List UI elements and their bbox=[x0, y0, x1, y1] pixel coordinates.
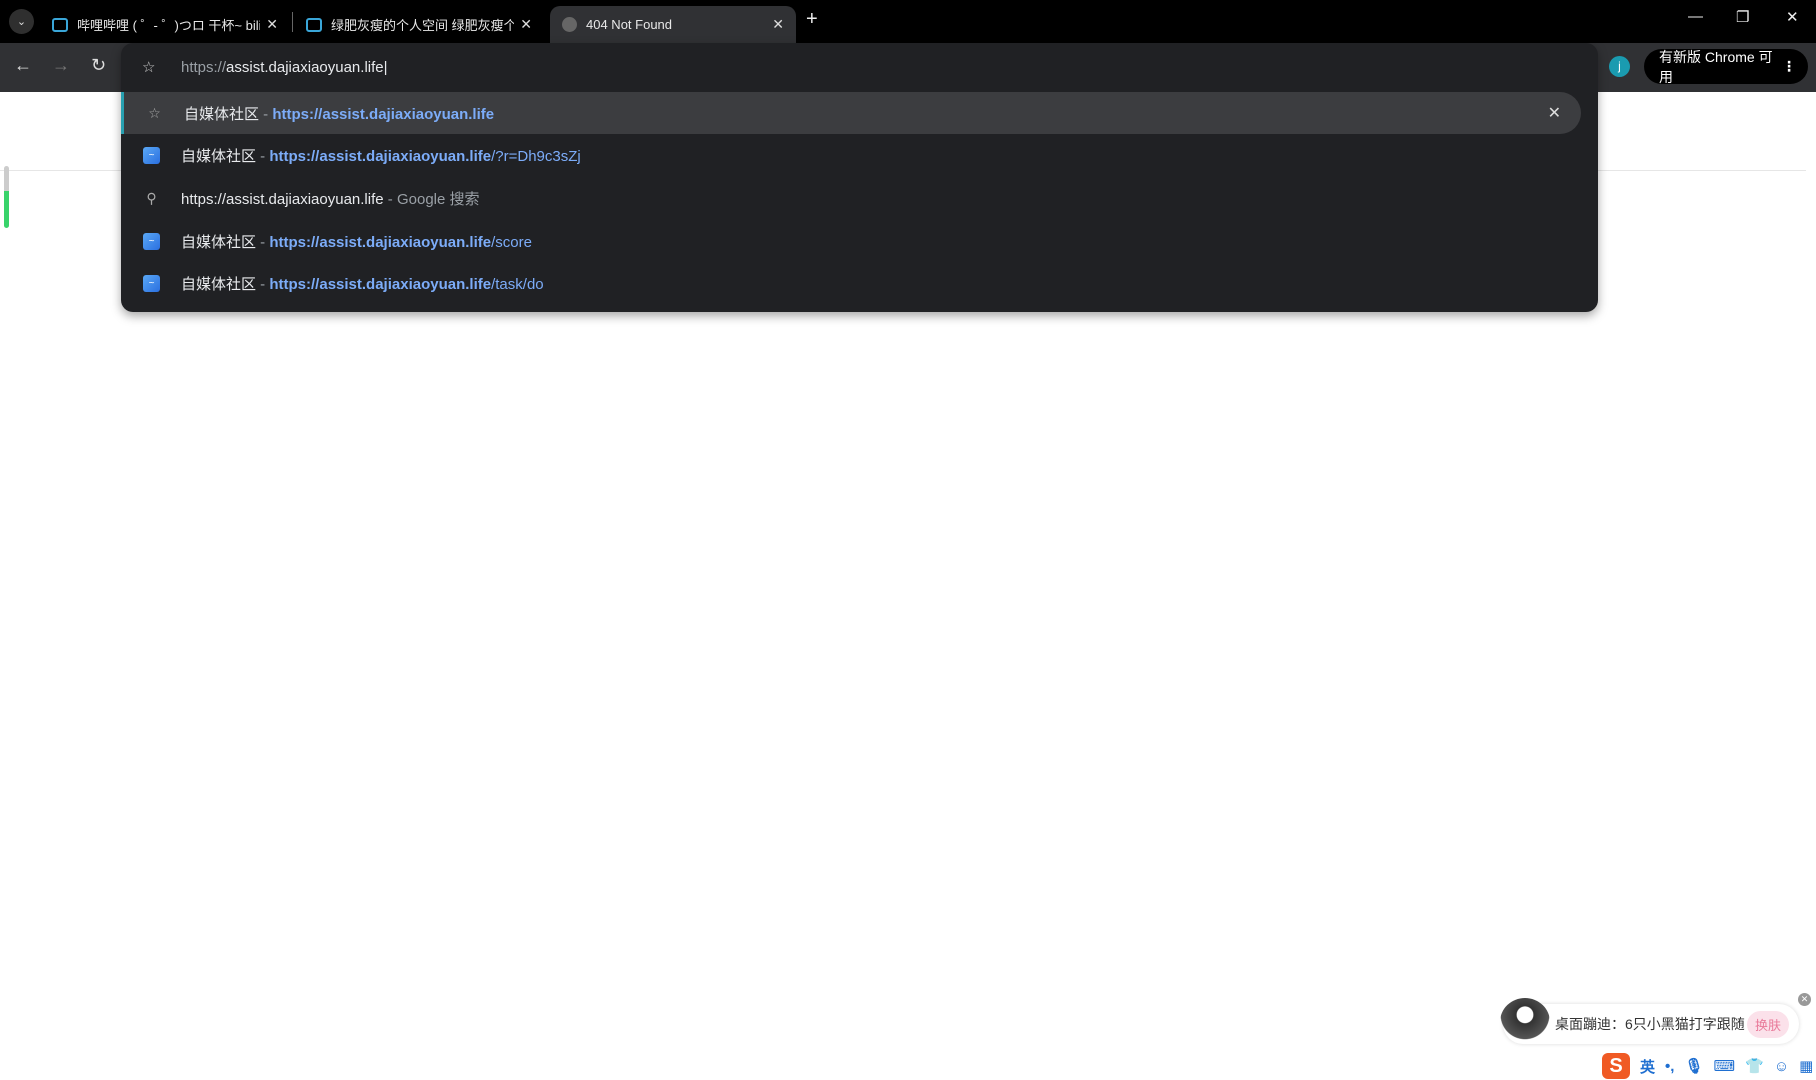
side-indicator bbox=[4, 166, 9, 228]
search-icon: ⚲ bbox=[146, 189, 157, 206]
sogou-logo-icon[interactable]: S bbox=[1602, 1053, 1630, 1079]
profile-avatar[interactable]: j bbox=[1609, 56, 1630, 77]
bilibili-icon bbox=[306, 17, 322, 32]
tab-user-space[interactable]: 绿肥灰瘦的个人空间 绿肥灰瘦个 ✕ bbox=[294, 6, 544, 43]
address-bar[interactable]: ☆ https://assist.dajiaxiaoyuan.life| bbox=[121, 43, 1598, 91]
gamepad-icon[interactable]: ☺ bbox=[1774, 1058, 1789, 1075]
ime-punctuation-toggle[interactable]: •, bbox=[1665, 1058, 1674, 1075]
ime-toolbar: S 英 •, 🎙 ⌨ 👕 ☺ ▦ bbox=[1598, 1052, 1814, 1080]
restore-icon[interactable]: ❐ bbox=[1736, 8, 1749, 26]
tab-bilibili[interactable]: 哔哩哔哩 ( ゜- ゜)つロ 干杯~ bili ✕ bbox=[40, 6, 290, 43]
tab-404[interactable]: 404 Not Found ✕ bbox=[550, 6, 796, 43]
update-label: 有新版 Chrome 可用 bbox=[1659, 48, 1773, 85]
change-skin-button[interactable]: 换肤 bbox=[1746, 1010, 1789, 1038]
forward-icon[interactable]: → bbox=[52, 55, 70, 76]
reload-icon[interactable]: ↻ bbox=[91, 55, 106, 76]
suggestion-item[interactable]: ⚲ https://assist.dajiaxiaoyuan.life - Go… bbox=[121, 177, 1581, 219]
remove-suggestion-icon[interactable]: ✕ bbox=[1548, 103, 1561, 123]
tab-divider bbox=[292, 12, 293, 32]
close-tab-icon[interactable]: ✕ bbox=[772, 16, 784, 33]
close-window-icon[interactable]: ✕ bbox=[1786, 8, 1799, 26]
update-chrome-button[interactable]: 有新版 Chrome 可用 ⋮ bbox=[1644, 48, 1808, 85]
close-tab-icon[interactable]: ✕ bbox=[520, 16, 532, 33]
site-favicon-icon: ~ bbox=[143, 146, 160, 164]
tab-title: 404 Not Found bbox=[586, 17, 673, 32]
star-icon: ☆ bbox=[148, 104, 161, 121]
microphone-icon[interactable]: 🎙 bbox=[1684, 1057, 1703, 1075]
tab-strip: ⌄ 哔哩哔哩 ( ゜- ゜)つロ 干杯~ bili ✕ 绿肥灰瘦的个人空间 绿肥… bbox=[0, 0, 1816, 43]
tab-search-button[interactable]: ⌄ bbox=[9, 9, 34, 34]
address-input[interactable]: https://assist.dajiaxiaoyuan.life| bbox=[181, 59, 388, 76]
keyboard-icon[interactable]: ⌨ bbox=[1713, 1057, 1735, 1075]
new-tab-button[interactable]: + bbox=[806, 8, 818, 31]
suggestion-item[interactable]: ~ 自媒体社区 - https://assist.dajiaxiaoyuan.l… bbox=[121, 262, 1581, 304]
globe-icon bbox=[562, 17, 577, 32]
omnibox-dropdown: ☆ https://assist.dajiaxiaoyuan.life| ☆ 自… bbox=[121, 43, 1598, 312]
suggestion-item[interactable]: ~ 自媒体社区 - https://assist.dajiaxiaoyuan.l… bbox=[121, 134, 1581, 176]
back-icon[interactable]: ← bbox=[14, 55, 32, 76]
close-tab-icon[interactable]: ✕ bbox=[266, 16, 278, 33]
skin-shirt-icon[interactable]: 👕 bbox=[1745, 1057, 1764, 1075]
close-tip-icon[interactable]: ✕ bbox=[1798, 993, 1811, 1006]
suggestion-item[interactable]: ~ 自媒体社区 - https://assist.dajiaxiaoyuan.l… bbox=[121, 220, 1581, 262]
minimize-icon[interactable]: — bbox=[1688, 8, 1703, 25]
cat-mascot-icon bbox=[1500, 998, 1550, 1046]
tab-title: 绿肥灰瘦的个人空间 绿肥灰瘦个 bbox=[331, 18, 515, 33]
menu-icon[interactable]: ⋮ bbox=[1782, 58, 1796, 75]
toolbox-icon[interactable]: ▦ bbox=[1799, 1057, 1813, 1075]
bookmark-star-icon[interactable]: ☆ bbox=[142, 58, 155, 76]
bilibili-icon bbox=[52, 17, 68, 32]
site-favicon-icon: ~ bbox=[143, 232, 160, 250]
tab-title: 哔哩哔哩 ( ゜- ゜)つロ 干杯~ bili bbox=[77, 18, 261, 33]
ime-language-toggle[interactable]: 英 bbox=[1640, 1056, 1655, 1077]
suggestion-item[interactable]: ☆ 自媒体社区 - https://assist.dajiaxiaoyuan.l… bbox=[121, 92, 1581, 134]
site-favicon-icon: ~ bbox=[143, 274, 160, 292]
ime-tip-text: 桌面蹦迪：6只小黑猫打字跟随 bbox=[1555, 1016, 1745, 1032]
